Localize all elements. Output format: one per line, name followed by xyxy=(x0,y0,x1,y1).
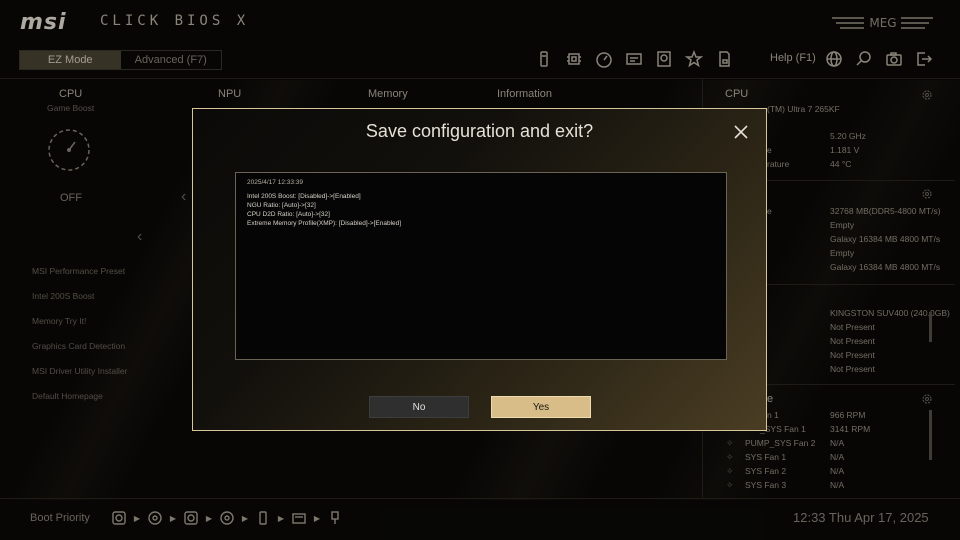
close-icon[interactable] xyxy=(734,125,748,139)
change-log-timestamp: 2025/4/17 12:33:39 xyxy=(247,179,304,186)
change-log-entry: CPU D2D Ratio: [Auto]->[32] xyxy=(247,211,330,218)
change-log-entry: Intel 200S Boost: [Disabled]->[Enabled] xyxy=(247,193,361,200)
dialog-title: Save configuration and exit? xyxy=(365,121,594,141)
change-log-entry: NGU Ratio: [Auto]->[32] xyxy=(247,202,316,209)
no-button[interactable]: No xyxy=(369,396,469,418)
change-log: 2025/4/17 12:33:39 Intel 200S Boost: [Di… xyxy=(235,172,727,360)
yes-button[interactable]: Yes xyxy=(491,396,591,418)
save-exit-dialog: Save configuration and exit? 2025/4/17 1… xyxy=(192,108,767,431)
change-log-entry: Extreme Memory Profile(XMP): [Disabled]-… xyxy=(247,220,402,227)
